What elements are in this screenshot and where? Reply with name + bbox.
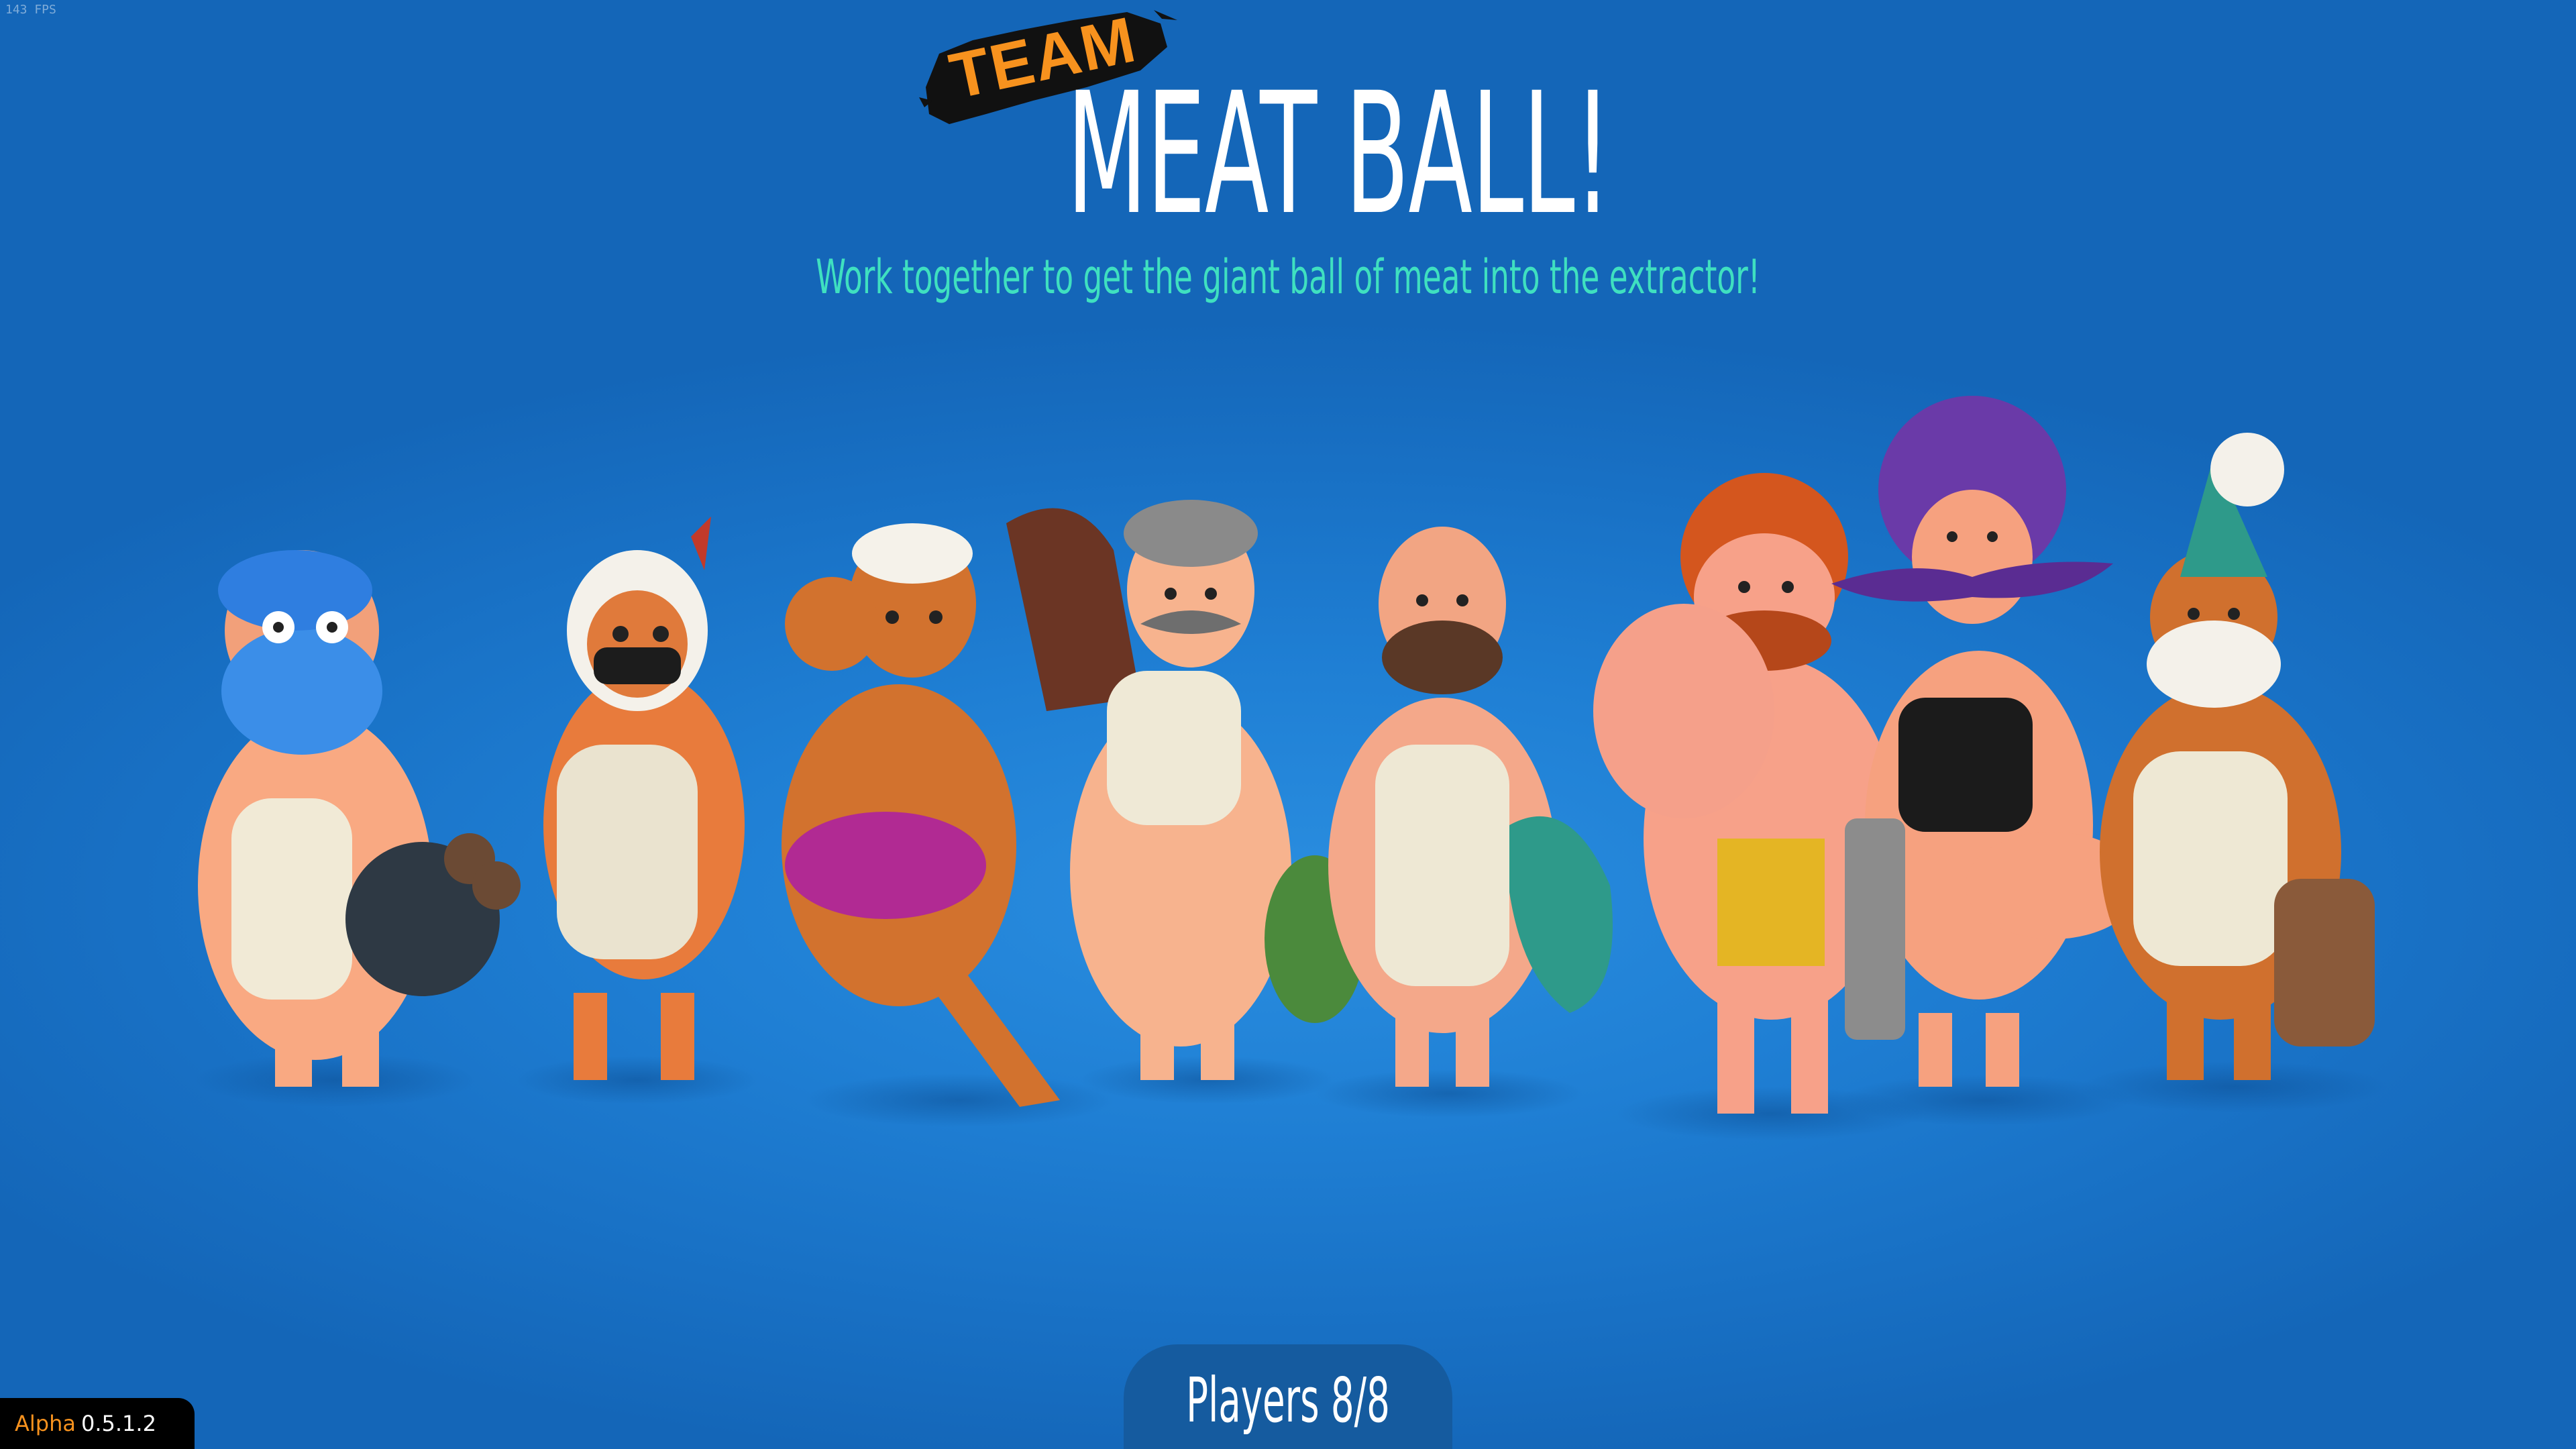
character-bald-bearded-butcher: [1315, 527, 1613, 1118]
build-version-badge: Alpha 0.5.1.2: [0, 1398, 195, 1449]
players-count-tab: Players 8/8: [1124, 1344, 1452, 1449]
character-lineup: [195, 396, 2388, 1140]
character-chef-hat-white-beard-butcher: [2080, 433, 2388, 1112]
build-channel: Alpha: [15, 1411, 76, 1436]
players-count-label: Players 8/8: [1186, 1364, 1390, 1436]
character-blue-bearded-butcher: [195, 550, 521, 1107]
character-purple-afro-mustache-butcher: [1831, 396, 2140, 1126]
build-version: 0.5.1.2: [80, 1411, 156, 1436]
character-white-haired-masked-butcher: [517, 517, 758, 1104]
